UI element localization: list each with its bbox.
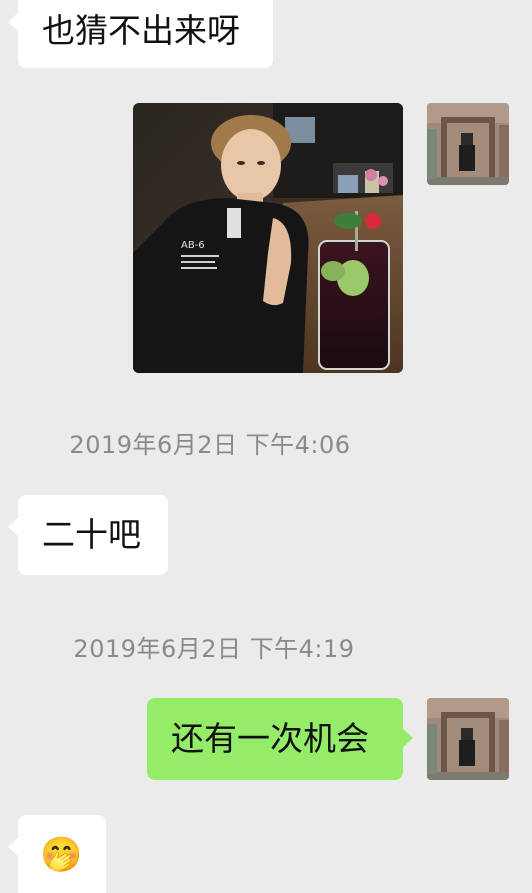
timestamp: 2019年6月2日 下午4:19 — [73, 635, 355, 663]
avatar-image — [427, 103, 509, 185]
emoji: 🤭 — [40, 835, 83, 875]
chat-view: 也猜不出来呀 AB-6 2019年6月2日 下午4:06 二十吧 2019年6月… — [0, 0, 532, 893]
avatar[interactable] — [427, 103, 509, 185]
avatar-image — [427, 698, 509, 780]
message-text: 还有一次机会 — [171, 719, 369, 758]
svg-text:AB-6: AB-6 — [181, 240, 205, 251]
outgoing-message-bubble[interactable]: 还有一次机会 — [147, 698, 413, 780]
avatar[interactable] — [427, 698, 509, 780]
timestamp: 2019年6月2日 下午4:06 — [69, 431, 351, 459]
sent-photo[interactable]: AB-6 — [133, 103, 403, 373]
incoming-message-bubble[interactable]: 二十吧 — [8, 495, 168, 575]
incoming-message-bubble[interactable]: 也猜不出来呀 — [8, 0, 273, 68]
message-text: 也猜不出来呀 — [42, 11, 240, 50]
photo-image: AB-6 — [133, 103, 403, 373]
incoming-message-bubble[interactable]: 🤭 — [8, 815, 106, 893]
message-text: 二十吧 — [42, 515, 141, 554]
